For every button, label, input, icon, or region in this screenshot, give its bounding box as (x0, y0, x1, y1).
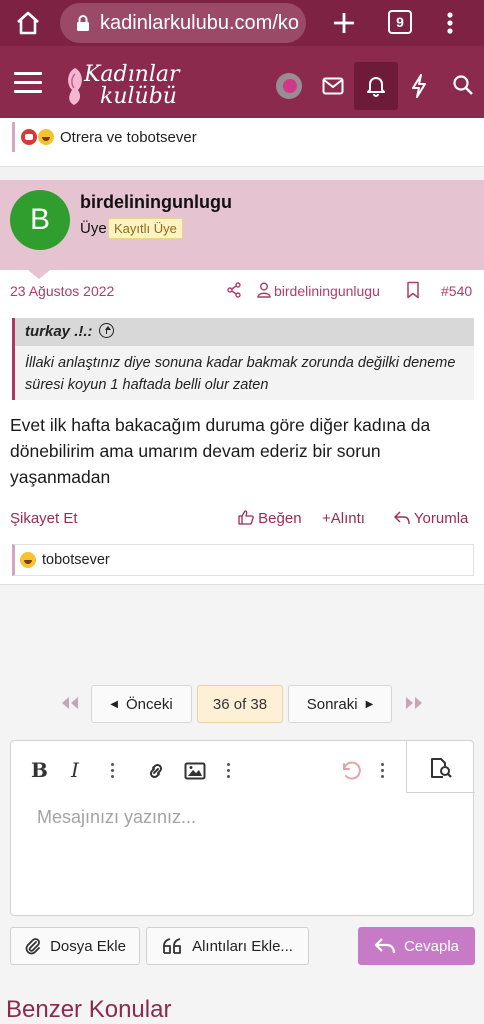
post-user-band: B birdeliningunlugu Üye Kayıtlı Üye (0, 180, 484, 270)
submit-reply-label: Cevapla (403, 937, 460, 955)
reactions-text: tobotsever (42, 552, 110, 568)
link-icon[interactable] (145, 761, 167, 781)
quote-label: Alıntı (330, 510, 365, 527)
caret-left-icon: ◀ (110, 698, 118, 710)
reactions-text: Otrera ve tobotsever (60, 128, 197, 146)
caret-right-icon: ▶ (365, 698, 374, 710)
post-separator (0, 166, 484, 180)
reactions-bar[interactable]: Otrera ve tobotsever (12, 122, 472, 152)
post-author-link[interactable]: birdeliningunlugu (274, 283, 380, 299)
reply-icon (394, 511, 410, 525)
preview-icon (431, 758, 452, 778)
url-text: kadinlarkulubu.com/ko (100, 11, 299, 34)
undo-icon[interactable] (339, 760, 361, 780)
like-button[interactable]: Beğen (238, 510, 302, 527)
dislike-reaction-icon (21, 129, 37, 145)
first-page-icon[interactable] (60, 696, 80, 710)
bell-icon (367, 77, 385, 97)
reply-editor: B I (10, 740, 475, 916)
lock-icon (77, 15, 89, 31)
prev-label: Önceki (126, 695, 173, 713)
bold-icon[interactable]: B (31, 758, 48, 782)
reply-icon (374, 938, 396, 954)
message-input[interactable] (12, 793, 406, 915)
more-text-options-icon[interactable] (111, 763, 115, 779)
attach-file-label: Dosya Ekle (50, 937, 126, 955)
quote-text: İllaki anlaştınız diye sonuna kadar bakm… (25, 355, 456, 393)
mail-icon[interactable] (322, 76, 344, 96)
home-icon[interactable] (14, 9, 42, 37)
post-body: Evet ilk hafta bakacağım duruma göre diğ… (10, 415, 431, 487)
search-icon[interactable] (452, 74, 474, 96)
reply-button[interactable]: Yorumla (394, 510, 468, 527)
new-tab-icon[interactable] (330, 9, 358, 37)
user-icon (257, 282, 271, 298)
next-page-button[interactable]: Sonraki ▶ (288, 685, 392, 723)
post-number[interactable]: #540 (441, 283, 472, 299)
attach-file-button[interactable]: Dosya Ekle (10, 927, 140, 965)
report-link[interactable]: Şikayet Et (10, 510, 78, 527)
quote-marks-icon (163, 938, 181, 954)
tab-count-button[interactable]: 9 (388, 10, 412, 34)
quote-button[interactable]: +Alıntı (322, 510, 365, 527)
thumbs-up-icon (238, 510, 254, 525)
insert-quotes-label: Alıntıları Ekle... (192, 937, 293, 955)
logo-text-line2: kulübü (100, 84, 177, 109)
next-label: Sonraki (306, 695, 358, 713)
bookmark-icon[interactable] (406, 281, 420, 299)
more-insert-options-icon[interactable] (227, 763, 231, 779)
quote-header[interactable]: turkay .!.: (15, 318, 474, 346)
plus-icon: + (322, 510, 331, 527)
address-bar[interactable]: kadinlarkulubu.com/ko (60, 3, 306, 43)
user-avatar[interactable] (276, 73, 302, 99)
menu-icon[interactable] (14, 72, 42, 94)
site-logo[interactable]: Kadınlar kulübü (62, 60, 190, 110)
quote-author: turkay .!.: (25, 323, 93, 340)
band-arrow (28, 270, 50, 279)
author-avatar[interactable]: B (10, 190, 70, 250)
post-actions: Şikayet Et Beğen +Alıntı Yorumla (0, 508, 484, 530)
more-options-icon[interactable] (381, 763, 385, 779)
pagination: ◀ Önceki 36 of 38 Sonraki ▶ (0, 685, 484, 723)
current-page-indicator[interactable]: 36 of 38 (197, 685, 283, 723)
alerts-button[interactable] (354, 62, 398, 110)
laugh-reaction-icon (38, 129, 54, 145)
similar-threads-heading: Benzer Konular (6, 996, 172, 1023)
user-badge: Kayıtlı Üye (108, 218, 183, 239)
quote-block: turkay .!.: İllaki anlaştınız diye sonun… (12, 318, 474, 400)
reactions-bar[interactable]: tobotsever (12, 544, 474, 576)
reply-label: Yorumla (413, 510, 469, 527)
prev-page-button[interactable]: ◀ Önceki (91, 685, 192, 723)
post-date[interactable]: 23 Ağustos 2022 (10, 283, 114, 299)
image-icon[interactable] (184, 762, 206, 780)
paperclip-icon (25, 938, 40, 955)
post-message: B birdeliningunlugu Üye Kayıtlı Üye 23 A… (0, 180, 484, 585)
arrow-up-circle-icon[interactable] (98, 323, 114, 338)
italic-icon[interactable]: I (71, 758, 79, 782)
preview-toggle[interactable] (406, 741, 475, 793)
bolt-icon[interactable] (410, 74, 428, 98)
share-icon[interactable] (226, 282, 242, 298)
last-page-icon[interactable] (404, 696, 424, 710)
browser-toolbar: kadinlarkulubu.com/ko 9 (0, 0, 484, 46)
more-vert-icon[interactable] (440, 9, 460, 37)
insert-quotes-button[interactable]: Alıntıları Ekle... (146, 927, 309, 965)
laugh-reaction-icon (20, 552, 36, 568)
submit-reply-button[interactable]: Cevapla (358, 927, 475, 965)
site-header: Kadınlar kulübü (0, 46, 484, 118)
like-label: Beğen (258, 510, 302, 527)
author-role: Üye (80, 220, 107, 237)
previous-post-footer: Otrera ve tobotsever (0, 118, 484, 166)
author-username[interactable]: birdeliningunlugu (80, 192, 232, 213)
post-meta: 23 Ağustos 2022 birdeliningunlugu #540 (0, 280, 484, 302)
